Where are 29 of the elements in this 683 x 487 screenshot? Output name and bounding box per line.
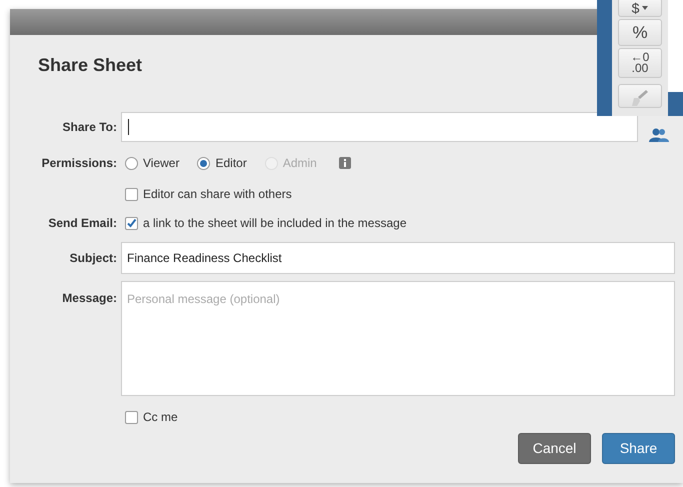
brush-icon: [631, 89, 649, 107]
radio-label: Viewer: [143, 155, 180, 172]
checkbox[interactable]: [125, 410, 138, 424]
text-cursor: [128, 119, 129, 135]
checkbox-label: Cc me: [143, 409, 178, 426]
radio-button[interactable]: [125, 156, 138, 170]
checkbox[interactable]: [125, 188, 138, 200]
decimal-button[interactable]: ←0 .00: [618, 48, 662, 78]
percent-button[interactable]: %: [618, 19, 662, 46]
radio-label: Editor: [215, 155, 247, 172]
radio-button[interactable]: [197, 156, 210, 170]
share-button[interactable]: Share: [602, 433, 675, 464]
radio-label: Admin: [282, 155, 317, 172]
checkbox[interactable]: [125, 216, 138, 230]
dialog-title: Share Sheet: [38, 54, 142, 77]
checkbox-label: Editor can share with others: [143, 186, 292, 203]
format-painter-button[interactable]: [618, 84, 662, 108]
subject-field[interactable]: Finance Readiness Checklist: [121, 242, 675, 274]
cancel-button[interactable]: Cancel: [518, 433, 591, 464]
share-to-field[interactable]: [121, 112, 638, 142]
field-label: Send Email:: [48, 216, 117, 230]
people-icon: [648, 128, 668, 142]
field-label: Permissions:: [42, 156, 117, 170]
checkbox-label: a link to the sheet will be included in the message: [143, 215, 406, 232]
field-label: Subject:: [70, 251, 117, 265]
info-icon[interactable]: [338, 157, 351, 169]
field-label: Share To:: [62, 120, 117, 134]
field-label: Message:: [62, 291, 117, 305]
currency-button[interactable]: $: [618, 0, 662, 17]
